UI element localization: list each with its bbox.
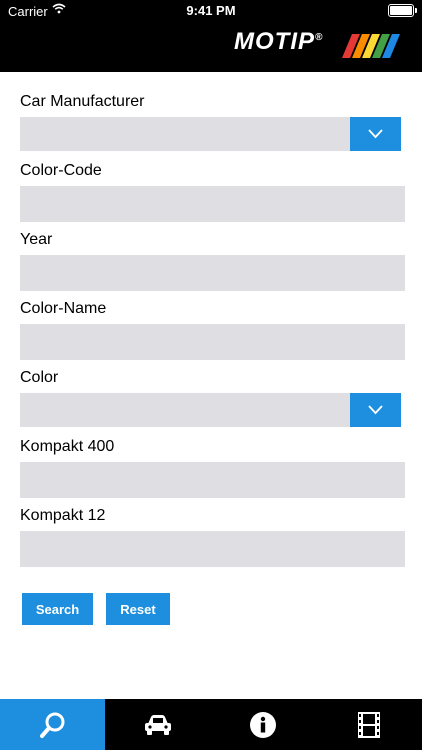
status-bar: Carrier 9:41 PM xyxy=(0,0,422,22)
brand-logo-text: MOTIP xyxy=(234,28,315,55)
search-icon xyxy=(39,712,64,738)
color-dropdown-button[interactable] xyxy=(350,393,401,427)
color-name-input[interactable] xyxy=(20,324,405,360)
bottom-tab-bar xyxy=(0,699,422,750)
chevron-down-icon xyxy=(368,405,383,415)
color-code-input[interactable] xyxy=(20,186,405,222)
film-icon xyxy=(357,711,380,738)
tab-info[interactable] xyxy=(210,699,315,750)
color-code-label: Color-Code xyxy=(20,162,102,179)
kompakt-400-label: Kompakt 400 xyxy=(20,438,115,455)
year-input[interactable] xyxy=(20,255,405,291)
kompakt-400-input[interactable] xyxy=(20,462,405,498)
app-header: Carrier 9:41 PM MOTIP® xyxy=(0,0,422,72)
color-value[interactable] xyxy=(20,393,350,427)
car-icon xyxy=(144,714,171,735)
tab-vehicles[interactable] xyxy=(105,699,210,750)
color-select[interactable] xyxy=(20,393,401,427)
search-button[interactable]: Search xyxy=(22,593,93,625)
info-icon xyxy=(249,711,276,738)
battery-icon xyxy=(388,4,417,17)
color-name-label: Color-Name xyxy=(20,300,107,317)
registered-mark: ® xyxy=(315,32,324,43)
brand-logo: MOTIP® xyxy=(234,28,323,56)
chevron-down-icon xyxy=(368,129,383,139)
car-manufacturer-select[interactable] xyxy=(20,117,401,151)
car-manufacturer-label: Car Manufacturer xyxy=(20,93,145,110)
brand-bar: MOTIP® xyxy=(0,22,422,72)
status-time: 9:41 PM xyxy=(186,3,236,18)
rainbow-stripes-logo xyxy=(342,34,400,58)
year-label: Year xyxy=(20,231,53,248)
kompakt-12-input[interactable] xyxy=(20,531,405,567)
car-manufacturer-dropdown-button[interactable] xyxy=(350,117,401,151)
kompakt-12-label: Kompakt 12 xyxy=(20,507,106,524)
reset-button[interactable]: Reset xyxy=(106,593,170,625)
car-manufacturer-value[interactable] xyxy=(20,117,350,151)
tab-search[interactable] xyxy=(0,699,105,750)
color-label: Color xyxy=(20,369,59,386)
tab-gallery[interactable] xyxy=(315,699,422,750)
